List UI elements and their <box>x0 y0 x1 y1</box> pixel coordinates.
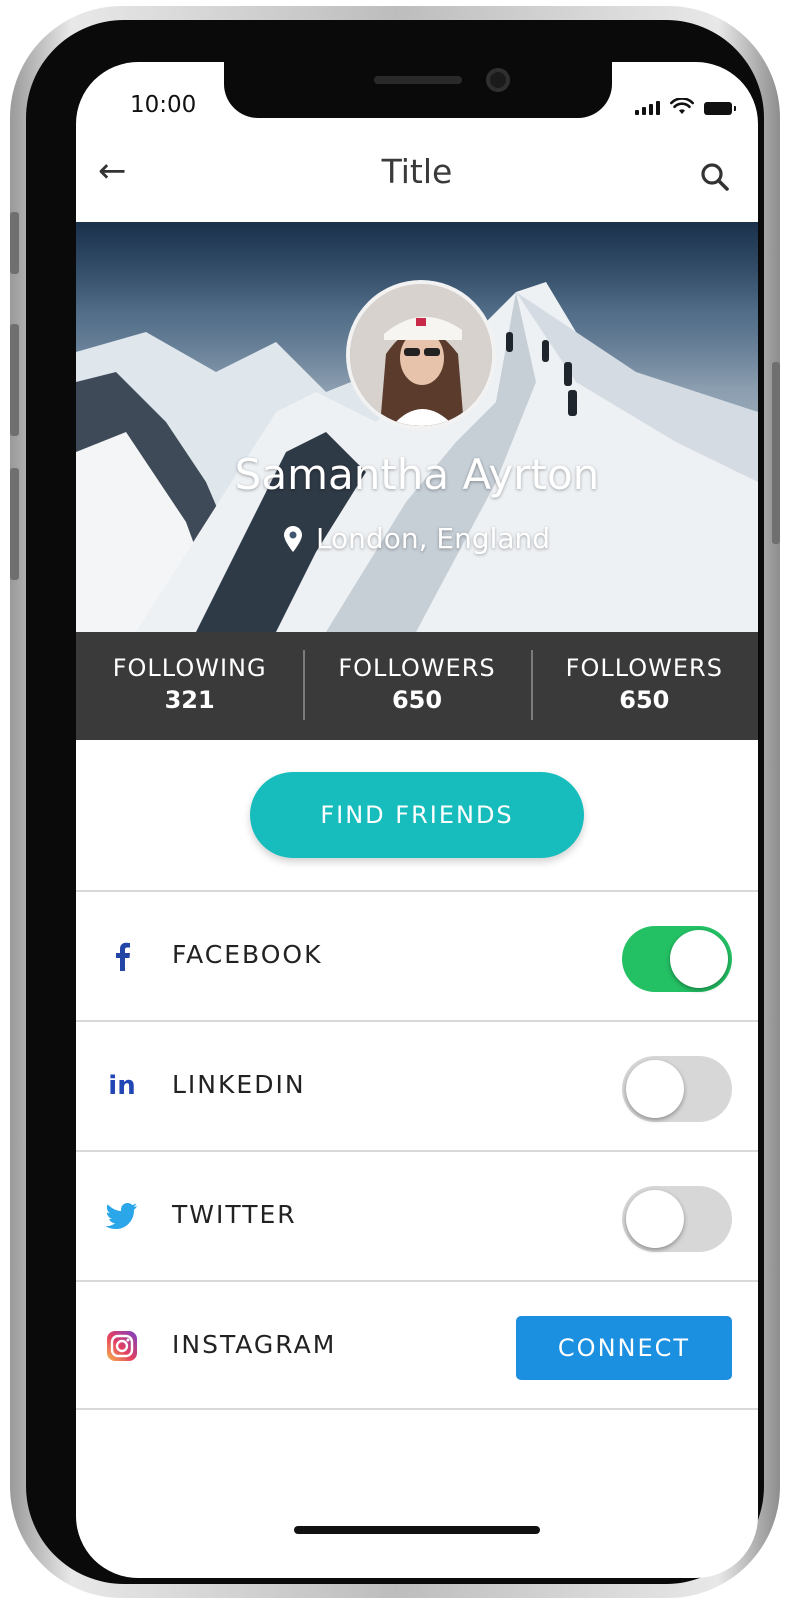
profile-header: Samantha Ayrton London, England <box>76 222 758 632</box>
twitter-toggle[interactable] <box>622 1186 732 1252</box>
social-row-instagram: INSTAGRAM CONNECT <box>76 1282 758 1410</box>
social-label: TWITTER <box>172 1200 297 1229</box>
status-icons <box>635 98 736 115</box>
status-time: 10:00 <box>130 92 197 118</box>
instagram-connect-button[interactable]: CONNECT <box>516 1316 732 1380</box>
location-text: London, England <box>315 522 551 555</box>
facebook-toggle[interactable] <box>622 926 732 992</box>
social-label: INSTAGRAM <box>172 1330 337 1359</box>
stat-followers[interactable]: FOLLOWERS 650 <box>303 632 530 740</box>
linkedin-icon: in <box>108 1071 136 1101</box>
profile-name: Samantha Ayrton <box>234 450 600 499</box>
search-icon[interactable] <box>700 162 730 192</box>
profile-location: London, England <box>76 522 758 555</box>
mute-switch <box>10 212 19 274</box>
stat-value: 650 <box>619 686 670 714</box>
stat-label: FOLLOWERS <box>565 654 723 682</box>
twitter-icon <box>104 1198 140 1234</box>
volume-up-button <box>10 324 19 436</box>
avatar[interactable] <box>346 280 496 430</box>
page-title: Title <box>381 152 453 191</box>
phone-frame: 10:00 ← Title Samantha Ayrton London, En… <box>10 6 780 1598</box>
notch <box>224 62 612 118</box>
screen: 10:00 ← Title Samantha Ayrton London, En… <box>76 62 758 1578</box>
power-button <box>772 362 780 544</box>
social-label: LINKEDIN <box>172 1070 306 1099</box>
location-pin-icon <box>283 525 302 552</box>
facebook-icon <box>104 938 140 974</box>
app-bar: ← Title <box>76 144 758 222</box>
front-camera <box>486 68 510 92</box>
home-indicator[interactable] <box>294 1526 540 1534</box>
avatar-photo <box>350 284 492 426</box>
social-row-linkedin: in LINKEDIN <box>76 1022 758 1150</box>
volume-down-button <box>10 468 19 580</box>
speaker <box>374 76 462 84</box>
stat-followers-2[interactable]: FOLLOWERS 650 <box>530 632 758 740</box>
instagram-icon <box>104 1328 140 1364</box>
stat-label: FOLLOWERS <box>338 654 496 682</box>
stat-value: 321 <box>164 686 215 714</box>
toggle-knob <box>626 1190 684 1248</box>
stats-bar: FOLLOWING 321 FOLLOWERS 650 FOLLOWERS 65… <box>76 632 758 740</box>
stat-label: FOLLOWING <box>112 654 267 682</box>
signal-icon <box>635 101 660 115</box>
wifi-icon <box>670 98 694 114</box>
social-row-facebook: FACEBOOK <box>76 892 758 1020</box>
stat-following[interactable]: FOLLOWING 321 <box>76 632 303 740</box>
battery-icon <box>704 102 736 115</box>
stat-value: 650 <box>391 686 443 714</box>
toggle-knob <box>670 930 728 988</box>
social-label: FACEBOOK <box>172 940 323 969</box>
social-row-twitter: TWITTER <box>76 1152 758 1280</box>
find-friends-button[interactable]: FIND FRIENDS <box>250 772 584 858</box>
divider <box>76 1408 758 1410</box>
linkedin-toggle[interactable] <box>622 1056 732 1122</box>
toggle-knob <box>626 1060 684 1118</box>
phone-bezel: 10:00 ← Title Samantha Ayrton London, En… <box>26 20 764 1584</box>
